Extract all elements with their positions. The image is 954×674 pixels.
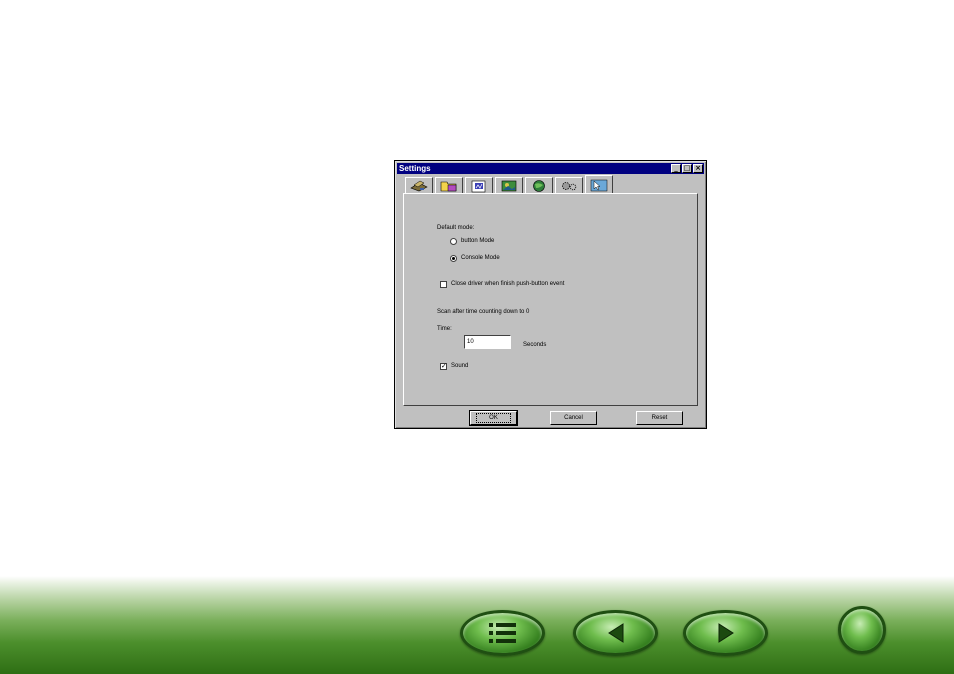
- maximize-button[interactable]: □: [682, 164, 692, 173]
- next-button[interactable]: [683, 610, 768, 656]
- console-mode-radio[interactable]: [450, 255, 457, 262]
- tab-settings-gears[interactable]: [555, 177, 583, 193]
- close-driver-label: Close driver when finish push-button eve…: [451, 281, 565, 287]
- scanner-icon: [410, 180, 428, 191]
- previous-button[interactable]: [573, 610, 658, 656]
- folder-image-icon: [440, 181, 457, 191]
- cursor-arrow-icon: [590, 179, 608, 191]
- tab-document[interactable]: [465, 177, 493, 193]
- home-button[interactable]: [838, 606, 886, 654]
- tab-folder-image[interactable]: [435, 177, 463, 193]
- countdown-label: Scan after time counting down to 0: [437, 309, 530, 315]
- cancel-button[interactable]: Cancel: [550, 411, 597, 425]
- close-button[interactable]: ×: [693, 164, 703, 173]
- default-mode-label: Default mode:: [437, 225, 475, 231]
- window-title: Settings: [399, 164, 431, 173]
- next-arrow-icon: [718, 623, 734, 643]
- tab-strip: [405, 175, 615, 193]
- minimize-button[interactable]: _: [671, 164, 681, 173]
- contents-button[interactable]: [460, 610, 545, 656]
- button-mode-label: button Mode: [461, 238, 495, 244]
- home-circle-icon: [862, 630, 863, 631]
- tab-scanner[interactable]: [405, 177, 433, 193]
- time-label: Time:: [437, 326, 452, 332]
- contents-list-icon: [488, 623, 516, 643]
- footer-nav-bar: [0, 576, 954, 674]
- sound-checkbox[interactable]: ✓: [440, 363, 447, 370]
- tab-picture[interactable]: [495, 177, 523, 193]
- globe-icon: [533, 179, 545, 192]
- close-driver-checkbox[interactable]: [440, 281, 447, 288]
- console-mode-label: Console Mode: [461, 255, 500, 261]
- tab-globe[interactable]: [525, 177, 553, 193]
- seconds-label: Seconds: [523, 342, 547, 348]
- reset-button[interactable]: Reset: [636, 411, 683, 425]
- picture-icon: [501, 180, 517, 191]
- document-icon: [471, 180, 486, 192]
- settings-panel: Default mode: button Mode Console Mode C…: [403, 193, 698, 406]
- settings-dialog: Settings _ □ × Default mode: button Mode…: [394, 160, 707, 429]
- button-mode-radio[interactable]: [450, 238, 457, 245]
- tab-cursor[interactable]: [585, 175, 613, 193]
- settings-gears-icon: [562, 181, 577, 190]
- ok-button[interactable]: OK: [469, 410, 518, 426]
- sound-label: Sound: [451, 363, 469, 369]
- ok-button-label: OK: [476, 413, 511, 423]
- previous-arrow-icon: [607, 623, 623, 643]
- time-input[interactable]: 10: [464, 335, 511, 349]
- title-bar[interactable]: Settings _ □ ×: [397, 163, 704, 174]
